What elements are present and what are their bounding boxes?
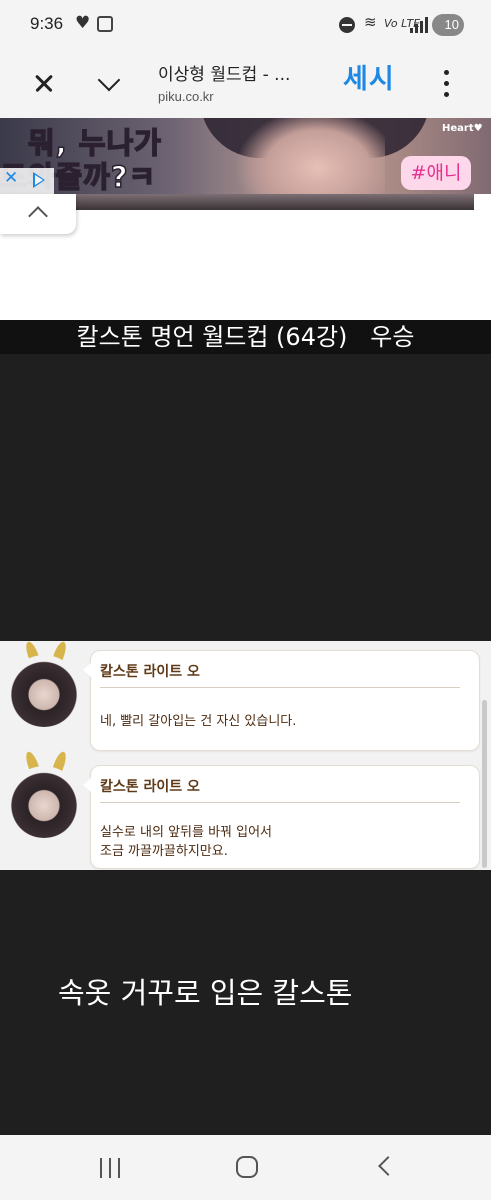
page-host: piku.co.kr <box>158 89 214 104</box>
signal-icon <box>410 17 428 33</box>
chevron-up-icon[interactable] <box>0 194 76 234</box>
system-nav-bar <box>0 1135 491 1200</box>
dialog-speaker: 칼스톤 라이트 오 <box>100 779 200 795</box>
back-icon[interactable] <box>378 1156 398 1176</box>
ad-choices[interactable]: ✕ <box>0 168 54 192</box>
recent-apps-icon[interactable] <box>100 1158 122 1178</box>
home-icon[interactable] <box>236 1156 258 1178</box>
translate-button[interactable]: 세시 <box>343 57 395 96</box>
dialog-line: 네, 빨리 갈아입는 건 자신 있습니다. <box>100 714 297 729</box>
ad-illustration-face <box>235 118 385 194</box>
status-bar: 9:36 ♥ ≋ Vo LTE 10 <box>0 0 491 52</box>
ad-close-icon[interactable]: ✕ <box>4 168 18 188</box>
battery-indicator: 10 <box>432 14 464 36</box>
ad-info-icon[interactable] <box>32 171 46 189</box>
browser-toolbar: 이상형 월드컵 - ... piku.co.kr 세시 <box>0 52 491 118</box>
dialog-line: 실수로 내의 앞뒤를 바꿔 입어서 <box>100 825 273 840</box>
wifi-icon: ≋ <box>364 13 377 31</box>
avatar <box>8 655 80 727</box>
chevron-down-icon[interactable] <box>92 66 128 102</box>
dialog-speaker: 칼스톤 라이트 오 <box>100 664 200 680</box>
do-not-disturb-icon <box>339 17 355 33</box>
close-icon[interactable] <box>26 66 62 102</box>
clock: 9:36 <box>30 14 64 33</box>
dialog-scrollbar <box>482 700 487 868</box>
ad-bottom-strip <box>74 194 474 210</box>
video-title: 칼스톤 명언 월드컵 (64강) 우승 <box>0 320 491 354</box>
ad-banner[interactable]: 뭐, 누나가 도와줄까?ㅋ Heart♥ #애니 <box>0 118 491 194</box>
dialog-bubble: 칼스톤 라이트 오 실수로 내의 앞뒤를 바꿔 입어서 조금 까끌까끌하지만요. <box>83 765 480 869</box>
heart-icon: ♥ <box>75 13 91 33</box>
page-title: 이상형 월드컵 - ... <box>158 65 291 85</box>
video-frame-dialog: 칼스톤 라이트 오 네, 빨리 갈아입는 건 자신 있습니다. 칼스톤 라이트 … <box>0 640 491 870</box>
video-caption: 속옷 거꾸로 입은 칼스톤 <box>58 976 353 1010</box>
avatar <box>8 766 80 838</box>
screenshot-icon <box>97 16 113 32</box>
dialog-line: 조금 까끌까끌하지만요. <box>100 844 228 859</box>
ad-tag: #애니 <box>401 156 471 190</box>
more-vert-icon[interactable] <box>436 70 456 100</box>
dialog-bubble: 칼스톤 라이트 오 네, 빨리 갈아입는 건 자신 있습니다. <box>83 650 480 751</box>
ad-logo: Heart♥ <box>442 123 483 134</box>
